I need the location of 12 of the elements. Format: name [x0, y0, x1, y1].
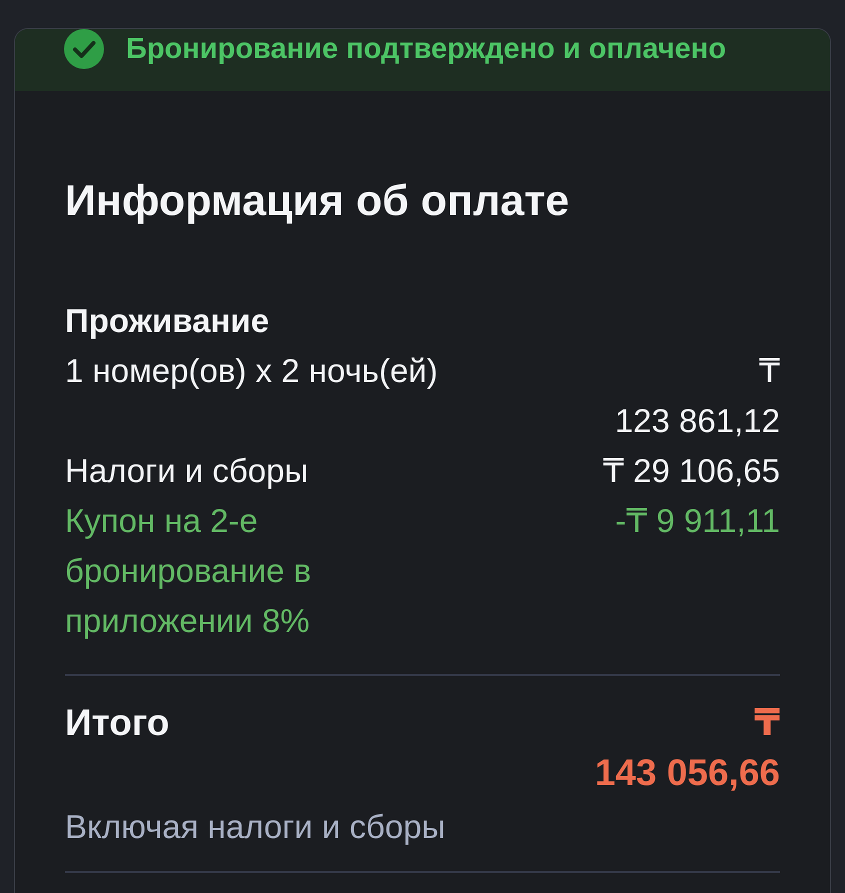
line-item-amount: ₸ 123 861,12	[614, 351, 780, 441]
status-message: Бронирование подтверждено и оплачено	[126, 32, 726, 67]
line-item-amount: ₸ 29 106,65	[602, 451, 780, 491]
line-item-label: Купон на 2-е бронирование в приложении 8%	[65, 501, 312, 641]
section-title: Проживание	[65, 301, 270, 341]
line-item-amount: -₸ 9 911,11	[614, 501, 780, 541]
payment-info-heading: Информация об оплате	[65, 178, 570, 224]
line-item-label: Налоги и сборы	[65, 451, 308, 491]
total-amount: ₸ 143 056,66	[594, 701, 780, 795]
tax-note: Включая налоги и сборы	[65, 807, 446, 847]
total-label: Итого	[65, 701, 170, 745]
line-item-label: 1 номер(ов) x 2 ночь(ей)	[65, 351, 438, 391]
